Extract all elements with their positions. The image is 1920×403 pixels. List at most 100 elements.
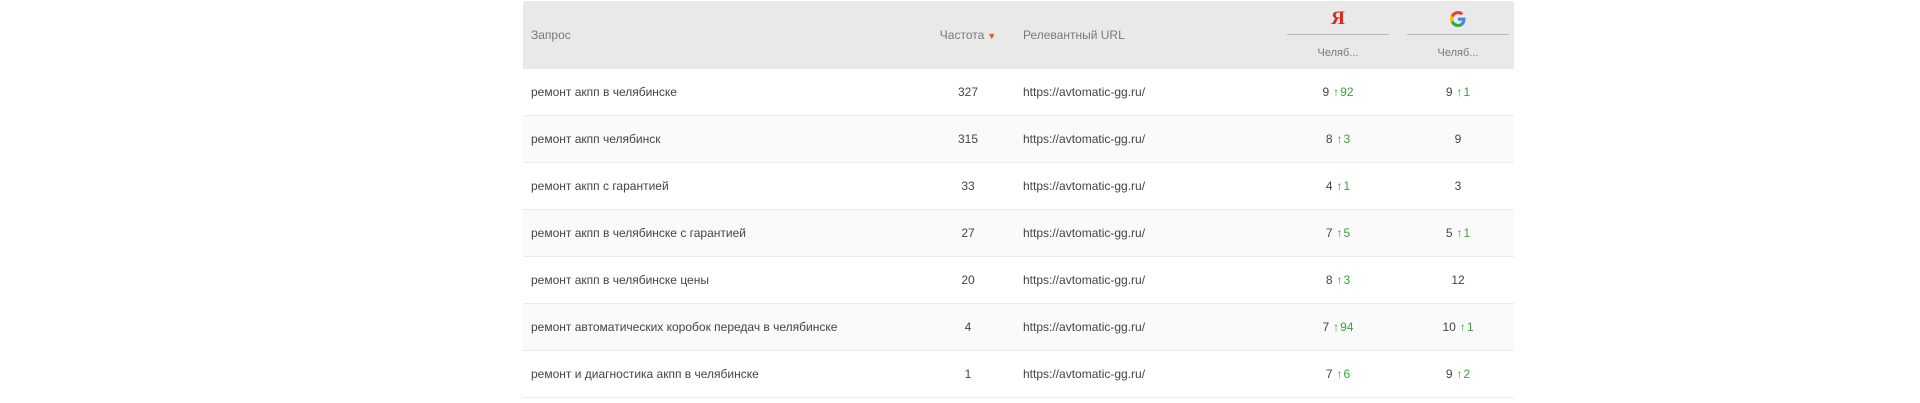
column-header-frequency-label: Частота [939, 28, 985, 42]
relevant-url-link[interactable]: https://avtomatic-gg.ru/ [1023, 304, 1145, 350]
column-header-yandex: Я Челяб... [1287, 7, 1389, 63]
arrow-up-icon: ↑ [1333, 320, 1340, 334]
query-text: ремонт автоматических коробок передач в … [531, 320, 838, 334]
relevant-url-link[interactable]: https://avtomatic-gg.ru/ [1023, 163, 1145, 209]
yandex-position-value: 8 [1325, 132, 1333, 146]
google-position: 3 [1407, 163, 1509, 209]
table-row: ремонт акпп в челябинске цены 20 https://a… [523, 257, 1514, 304]
yandex-position-value: 7 [1325, 226, 1333, 240]
position-change-value: 1 [1343, 179, 1351, 193]
table-row: ремонт и диагностика акпп в челябинске 1 h… [523, 351, 1514, 398]
table-row: ремонт акпп с гарантией 33 https://avtomat… [523, 163, 1514, 210]
yandex-position: 9 ↑92 [1287, 69, 1389, 115]
table-body: ремонт акпп в челябинске 327 https://avtom… [523, 69, 1514, 398]
frequency-value: 1 [964, 367, 972, 381]
google-position-value: 3 [1454, 179, 1462, 193]
google-position: 12 [1407, 257, 1509, 303]
position-change: ↑1 [1457, 85, 1471, 99]
position-change-value: 6 [1343, 367, 1351, 381]
yandex-position: 7 ↑6 [1287, 351, 1389, 397]
header-divider [1407, 34, 1509, 35]
column-header-frequency[interactable]: Частота ▼ [913, 28, 1023, 43]
google-position-value: 5 [1445, 226, 1453, 240]
position-change: ↑92 [1333, 85, 1353, 99]
yandex-position-value: 9 [1322, 85, 1330, 99]
query-text: ремонт акпп в челябинске цены [531, 273, 709, 287]
table-row: ремонт автоматических коробок передач в … [523, 304, 1514, 351]
position-change-value: 1 [1466, 320, 1474, 334]
position-change: ↑5 [1337, 226, 1351, 240]
positions-table: Запрос Частота ▼ Релевантный URL Я Челяб.… [523, 1, 1514, 398]
yandex-logo-icon: Я [1331, 8, 1345, 29]
google-logo-icon [1407, 9, 1509, 29]
position-change-value: 92 [1340, 85, 1354, 99]
google-position-value: 10 [1442, 320, 1456, 334]
query-text: ремонт и диагностика акпп в челябинске [531, 367, 759, 381]
yandex-position: 4 ↑1 [1287, 163, 1389, 209]
position-change-value: 1 [1463, 226, 1471, 240]
yandex-region-label[interactable]: Челяб... [1287, 47, 1389, 59]
column-header-google: Челяб... [1407, 7, 1509, 63]
position-change: ↑3 [1337, 273, 1351, 287]
query-text: ремонт акпп челябинск [531, 132, 661, 146]
yandex-position: 8 ↑3 [1287, 116, 1389, 162]
google-position: 9 ↑1 [1407, 69, 1509, 115]
arrow-up-icon: ↑ [1336, 132, 1343, 146]
column-header-url[interactable]: Релевантный URL [1023, 28, 1125, 42]
position-change-value: 1 [1463, 85, 1471, 99]
arrow-up-icon: ↑ [1459, 320, 1466, 334]
frequency-value: 4 [964, 320, 972, 334]
arrow-up-icon: ↑ [1456, 367, 1463, 381]
frequency-value: 315 [957, 132, 979, 146]
arrow-up-icon: ↑ [1336, 273, 1343, 287]
table-row: ремонт акпп в челябинске 327 https://avtom… [523, 69, 1514, 116]
yandex-position: 7 ↑5 [1287, 210, 1389, 256]
position-change: ↑2 [1457, 367, 1471, 381]
position-change-value: 5 [1343, 226, 1351, 240]
table-row: ремонт акпп челябинск 315 https://avtomati… [523, 116, 1514, 163]
relevant-url-link[interactable]: https://avtomatic-gg.ru/ [1023, 351, 1145, 397]
yandex-position: 7 ↑94 [1287, 304, 1389, 350]
frequency-value: 20 [961, 273, 975, 287]
google-region-label[interactable]: Челяб... [1407, 47, 1509, 59]
query-text: ремонт акпп в челябинске [531, 85, 677, 99]
arrow-up-icon: ↑ [1336, 226, 1343, 240]
query-text: ремонт акпп в челябинске с гарантией [531, 226, 746, 240]
position-change: ↑94 [1333, 320, 1353, 334]
relevant-url-link[interactable]: https://avtomatic-gg.ru/ [1023, 210, 1145, 256]
column-header-query[interactable]: Запрос [531, 28, 571, 42]
query-text: ремонт акпп с гарантией [531, 179, 669, 193]
header-divider [1287, 34, 1389, 35]
sort-desc-icon[interactable]: ▼ [987, 29, 996, 43]
relevant-url-link[interactable]: https://avtomatic-gg.ru/ [1023, 69, 1145, 115]
position-change: ↑1 [1457, 226, 1471, 240]
yandex-position-value: 7 [1322, 320, 1330, 334]
arrow-up-icon: ↑ [1456, 226, 1463, 240]
frequency-value: 27 [961, 226, 975, 240]
position-change-value: 3 [1343, 273, 1351, 287]
google-position: 9 ↑2 [1407, 351, 1509, 397]
position-change: ↑3 [1337, 132, 1351, 146]
google-position: 5 ↑1 [1407, 210, 1509, 256]
relevant-url-link[interactable]: https://avtomatic-gg.ru/ [1023, 257, 1145, 303]
arrow-up-icon: ↑ [1336, 179, 1343, 193]
position-change: ↑1 [1460, 320, 1474, 334]
relevant-url-link[interactable]: https://avtomatic-gg.ru/ [1023, 116, 1145, 162]
position-change: ↑1 [1337, 179, 1351, 193]
arrow-up-icon: ↑ [1336, 367, 1343, 381]
yandex-position-value: 4 [1325, 179, 1333, 193]
google-position-value: 9 [1454, 132, 1462, 146]
position-change-value: 3 [1343, 132, 1351, 146]
position-change-value: 2 [1463, 367, 1471, 381]
yandex-position-value: 8 [1325, 273, 1333, 287]
position-change: ↑6 [1337, 367, 1351, 381]
google-position-value: 9 [1445, 367, 1453, 381]
table-header: Запрос Частота ▼ Релевантный URL Я Челяб.… [523, 1, 1514, 69]
google-position-value: 9 [1445, 85, 1453, 99]
google-position-value: 12 [1451, 273, 1465, 287]
position-change-value: 94 [1340, 320, 1354, 334]
google-position: 9 [1407, 116, 1509, 162]
yandex-position: 8 ↑3 [1287, 257, 1389, 303]
frequency-value: 327 [957, 85, 979, 99]
table-row: ремонт акпп в челябинске с гарантией 27 ht… [523, 210, 1514, 257]
